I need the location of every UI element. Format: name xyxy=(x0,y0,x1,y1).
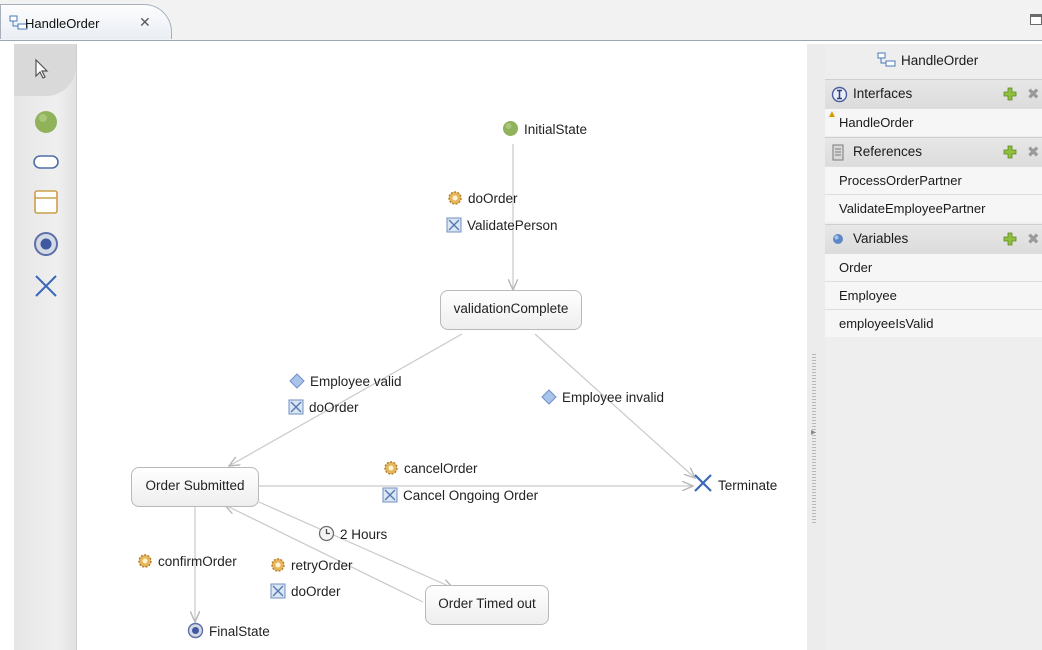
action-icon xyxy=(288,399,304,415)
event-do-order: doOrder xyxy=(468,191,518,206)
collapse-arrow-icon[interactable]: ▸ xyxy=(811,427,816,438)
delete-icon[interactable]: ✖ xyxy=(1027,230,1040,248)
sash-grip xyxy=(812,354,816,524)
section-label: Interfaces xyxy=(853,86,913,101)
transition-action-label[interactable]: doOrder xyxy=(288,399,359,419)
initial-state-icon xyxy=(503,121,518,136)
variable-icon xyxy=(833,234,843,244)
event-confirm-order: confirmOrder xyxy=(158,554,237,569)
action-icon xyxy=(382,487,398,503)
final-state-node[interactable]: FinalState xyxy=(187,622,270,642)
warning-icon: ▲ xyxy=(827,109,837,120)
terminate-label: Terminate xyxy=(718,478,778,493)
list-item[interactable]: employeeIsValid xyxy=(825,309,1042,337)
transition-icon[interactable] xyxy=(32,188,60,216)
properties-title: HandleOrder xyxy=(901,53,979,68)
palette-header xyxy=(14,44,76,96)
add-icon[interactable] xyxy=(1003,232,1017,246)
initial-state-node[interactable]: InitialState xyxy=(502,120,587,140)
reference-item-label: ProcessOrderPartner xyxy=(839,173,962,188)
tool-palette xyxy=(14,44,77,650)
state-validation-complete[interactable]: validationComplete xyxy=(440,290,582,330)
properties-empty-area xyxy=(825,362,1042,650)
variable-item-label: Employee xyxy=(839,288,897,303)
final-state-icon[interactable] xyxy=(32,230,60,258)
state-label: Order Timed out xyxy=(438,596,536,611)
variable-item-label: Order xyxy=(839,260,873,275)
condition-label: Employee valid xyxy=(310,374,402,389)
gear-icon xyxy=(384,461,398,475)
action-do-order: doOrder xyxy=(291,584,341,599)
process-icon xyxy=(877,52,896,67)
list-item[interactable]: Employee xyxy=(825,281,1042,309)
transition-event-label[interactable]: cancelOrder xyxy=(383,460,478,480)
tab-handleorder[interactable]: HandleOrder ✕ xyxy=(0,4,172,39)
condition-employee-valid[interactable]: Employee valid xyxy=(289,373,402,393)
gear-icon xyxy=(138,554,152,568)
section-references[interactable]: References ✖ xyxy=(825,137,1042,166)
transition-action-label[interactable]: ValidatePerson xyxy=(446,217,558,237)
transition-event-label[interactable]: doOrder xyxy=(447,190,518,210)
editor-tab-bar: HandleOrder ✕ xyxy=(0,0,1042,40)
list-item[interactable]: Order xyxy=(825,253,1042,281)
final-state-label: FinalState xyxy=(209,624,270,639)
add-icon[interactable] xyxy=(1003,87,1017,101)
section-variables[interactable]: Variables ✖ xyxy=(825,224,1042,253)
state-order-submitted[interactable]: Order Submitted xyxy=(131,467,259,507)
condition-employee-invalid[interactable]: Employee invalid xyxy=(541,389,664,409)
decision-icon xyxy=(541,389,557,405)
panel-resize-sash[interactable]: ▸ xyxy=(807,44,825,650)
close-icon[interactable]: ✕ xyxy=(139,14,151,31)
transition-event-label[interactable]: confirmOrder xyxy=(137,553,237,573)
state-icon[interactable] xyxy=(32,148,60,176)
pointer-icon[interactable] xyxy=(28,56,56,84)
state-label: validationComplete xyxy=(453,301,569,316)
action-cancel-ongoing-order: Cancel Ongoing Order xyxy=(403,488,539,503)
reference-icon xyxy=(832,144,844,161)
interface-icon xyxy=(831,86,848,103)
delete-icon[interactable]: ✖ xyxy=(1027,143,1040,161)
section-label: References xyxy=(853,144,923,159)
transition-action-label[interactable]: doOrder xyxy=(270,583,341,603)
gear-icon xyxy=(271,558,285,572)
terminate-icon[interactable] xyxy=(32,272,60,300)
event-retry-order: retryOrder xyxy=(291,558,353,573)
section-label: Variables xyxy=(853,231,909,246)
initial-state-icon[interactable] xyxy=(32,108,60,136)
timer-2-hours[interactable]: 2 Hours xyxy=(318,525,387,545)
section-interfaces[interactable]: Interfaces ✖ xyxy=(825,79,1042,108)
state-order-timed-out[interactable]: Order Timed out xyxy=(425,585,549,625)
initial-state-label: InitialState xyxy=(524,122,588,137)
action-icon xyxy=(270,583,286,599)
condition-label: Employee invalid xyxy=(562,390,665,405)
list-item[interactable]: ProcessOrderPartner xyxy=(825,166,1042,194)
decision-icon xyxy=(289,373,305,389)
divider xyxy=(0,40,1042,41)
delete-icon[interactable]: ✖ xyxy=(1027,85,1040,103)
tab-title: HandleOrder xyxy=(25,16,100,31)
variable-item-label: employeeIsValid xyxy=(839,316,934,331)
add-icon[interactable] xyxy=(1003,145,1017,159)
action-do-order: doOrder xyxy=(309,400,359,415)
maximize-icon[interactable] xyxy=(1030,14,1042,25)
reference-item-label: ValidateEmployeePartner xyxy=(839,201,986,216)
list-item[interactable]: ValidateEmployeePartner xyxy=(825,194,1042,222)
transition-action-label[interactable]: Cancel Ongoing Order xyxy=(382,487,538,507)
terminate-icon xyxy=(694,474,712,492)
state-label: Order Submitted xyxy=(145,478,245,493)
list-item[interactable]: ▲ HandleOrder xyxy=(825,108,1042,136)
interface-item-label: HandleOrder xyxy=(839,115,914,130)
diagram-canvas[interactable]: InitialState doOrder ValidatePerson vali… xyxy=(77,44,807,650)
properties-panel: HandleOrder Interfaces ✖ ▲ HandleOrder R… xyxy=(825,44,1042,650)
properties-title-bar: HandleOrder xyxy=(825,44,1042,78)
terminate-node[interactable]: Terminate xyxy=(693,473,777,493)
final-state-icon xyxy=(187,622,204,639)
action-icon xyxy=(446,217,462,233)
gear-icon xyxy=(448,191,462,205)
clock-icon xyxy=(318,525,335,542)
action-validate-person: ValidatePerson xyxy=(467,218,558,233)
transition-event-label[interactable]: retryOrder xyxy=(270,557,353,577)
event-cancel-order: cancelOrder xyxy=(404,461,478,476)
timer-label: 2 Hours xyxy=(340,527,388,542)
